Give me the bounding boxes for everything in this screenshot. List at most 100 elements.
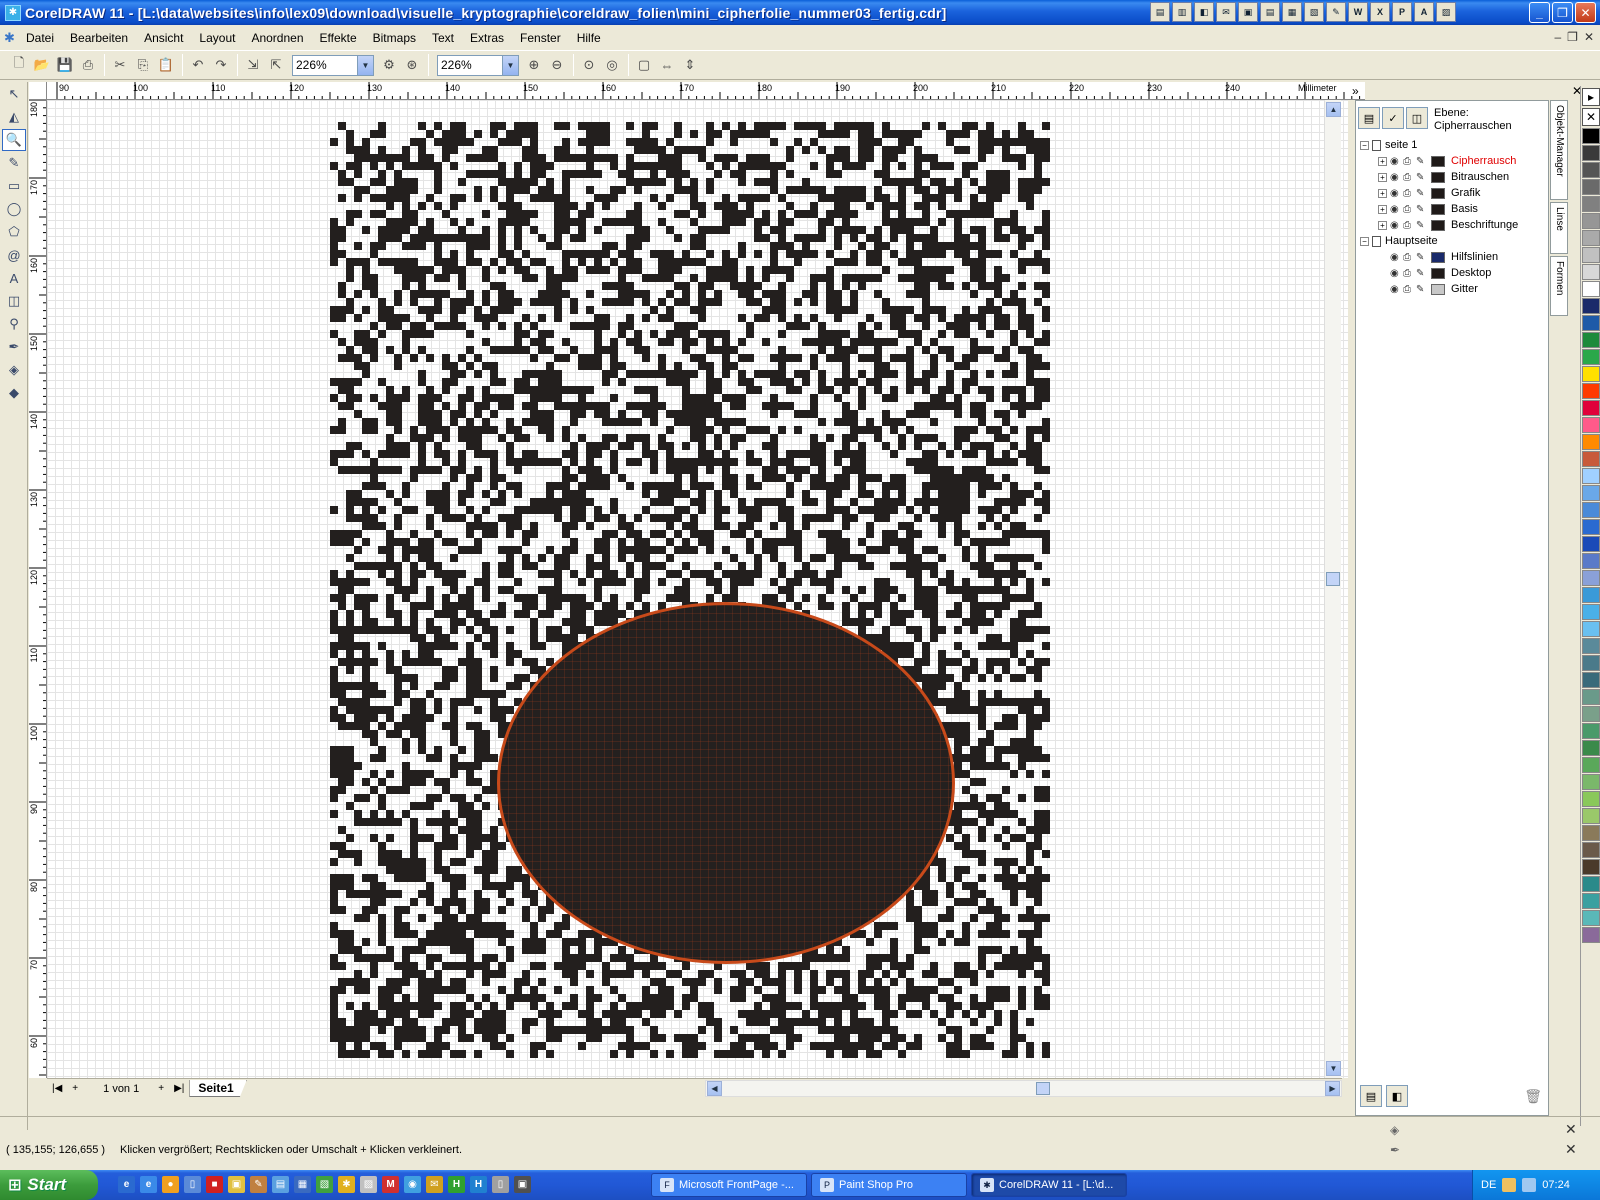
zoom-out-icon[interactable]: ⊖ [546,54,568,76]
printer-icon[interactable]: ⎙ [1403,204,1416,215]
palette-swatch[interactable] [1582,808,1600,824]
palette-swatch[interactable] [1582,315,1600,331]
palette-swatch[interactable] [1582,740,1600,756]
palette-swatch[interactable] [1582,587,1600,603]
horizontal-ruler[interactable]: 90 100 110 120 130 140 150 160 170 180 1… [47,82,1365,100]
palette-swatch[interactable] [1582,774,1600,790]
corel-online-icon[interactable]: ⊛ [401,54,423,76]
media-icon[interactable]: ● [162,1176,179,1193]
chevron-down-icon[interactable]: ▼ [502,55,518,75]
printer-icon[interactable]: ⎙ [1403,252,1416,263]
app-icon[interactable]: ✎ [250,1176,267,1193]
palette-swatch[interactable] [1582,706,1600,722]
printer-icon[interactable]: ⎙ [1403,284,1416,295]
palette-swatch[interactable] [1582,196,1600,212]
ellipse-tool-icon[interactable]: ◯ [2,198,26,220]
undo-icon[interactable]: ↶ [187,54,209,76]
palette-swatch[interactable] [1582,298,1600,314]
zoom-page-icon[interactable]: ▢ [633,54,655,76]
paste-icon[interactable]: 📋 [155,54,177,76]
copy-icon[interactable]: ⎘ [132,54,154,76]
palette-menu-icon[interactable]: ▸ [1582,88,1600,106]
scroll-thumb[interactable] [1326,572,1340,586]
ie-icon[interactable]: e [118,1176,135,1193]
vertical-scrollbar[interactable]: ▲ ▼ [1324,100,1341,1078]
menu-text[interactable]: Text [424,31,462,45]
word-icon[interactable]: W [1348,2,1368,22]
layer-manager-view-icon[interactable]: ◫ [1406,107,1428,129]
tree-layer-row[interactable]: + ◉ ⎙ ✎ Bitrauschen [1360,169,1548,185]
palette-swatch[interactable] [1582,604,1600,620]
palette-swatch[interactable] [1582,485,1600,501]
print-icon[interactable]: ⎙ [77,54,99,76]
tree-master-layer-row[interactable]: ◉ ⎙ ✎ Desktop [1360,265,1548,281]
palette-swatch[interactable] [1582,383,1600,399]
shortcut-icon[interactable]: ▥ [1172,2,1192,22]
menu-datei[interactable]: Datei [18,31,62,45]
tray-app-icon[interactable] [1502,1178,1517,1192]
tray-app-icon[interactable] [1522,1178,1537,1192]
app-icon[interactable]: ◉ [404,1176,421,1193]
menu-layout[interactable]: Layout [191,31,243,45]
cut-icon[interactable]: ✂ [109,54,131,76]
doc-restore-button[interactable]: ❐ [1567,30,1578,44]
menu-anordnen[interactable]: Anordnen [243,31,311,45]
shortcut-icon[interactable]: ▧ [1304,2,1324,22]
doc-minimize-button[interactable]: – [1554,30,1561,44]
minimize-button[interactable]: _ [1529,2,1550,23]
app-icon[interactable]: ✉ [426,1176,443,1193]
tree-layer-row[interactable]: + ◉ ⎙ ✎ Beschriftunge [1360,217,1548,233]
eye-icon[interactable]: ◉ [1390,172,1403,183]
palette-swatch[interactable] [1582,230,1600,246]
palette-swatch[interactable] [1582,366,1600,382]
expand-icon[interactable]: + [1378,172,1387,182]
eye-icon[interactable]: ◉ [1390,268,1403,279]
pencil-icon[interactable]: ✎ [1416,220,1429,231]
palette-swatch[interactable] [1582,825,1600,841]
app-icon[interactable]: ▣ [228,1176,245,1193]
scroll-down-icon[interactable]: ▼ [1326,1061,1341,1076]
text-tool-icon[interactable]: A [2,267,26,289]
palette-swatch[interactable] [1582,621,1600,637]
printer-icon[interactable]: ⎙ [1403,188,1416,199]
tree-master-page[interactable]: − Hauptseite [1360,233,1548,249]
chevron-down-icon[interactable]: ▼ [357,55,373,75]
browser-icon[interactable]: e [140,1176,157,1193]
document-icon[interactable]: ✱ [4,30,15,46]
menu-hilfe[interactable]: Hilfe [569,31,609,45]
palette-swatch[interactable] [1582,247,1600,263]
collapse-icon[interactable]: − [1360,140,1369,150]
open-icon[interactable]: 📂 [31,54,53,76]
palette-swatch[interactable] [1582,570,1600,586]
mail-icon[interactable]: ✉ [1216,2,1236,22]
zoom-in-icon[interactable]: ⊕ [523,54,545,76]
fill-indicator-icon[interactable]: ◈ [1390,1123,1399,1137]
docker-expand-icon[interactable]: » [1352,84,1359,98]
printer-icon[interactable]: ⎙ [1403,220,1416,231]
app-icon[interactable]: M [382,1176,399,1193]
no-color-icon[interactable]: ✕ [1582,108,1600,126]
zoom-tool-icon[interactable]: 🔍 [2,129,26,151]
tab-linse[interactable]: Linse [1550,202,1568,254]
expand-icon[interactable]: + [1378,188,1387,198]
eye-icon[interactable]: ◉ [1390,188,1403,199]
access-icon[interactable]: A [1414,2,1434,22]
outline-indicator-icon[interactable]: ✒ [1390,1143,1400,1157]
palette-swatch[interactable] [1582,791,1600,807]
shortcut-icon[interactable]: ▦ [1282,2,1302,22]
palette-swatch[interactable] [1582,213,1600,229]
title-bar[interactable]: ✱ CorelDRAW 11 - [L:\data\websites\info\… [0,0,1600,25]
printer-icon[interactable]: ⎙ [1403,268,1416,279]
app-icon[interactable]: ▧ [316,1176,333,1193]
close-button[interactable]: ✕ [1575,2,1596,23]
tree-layer-row[interactable]: + ◉ ⎙ ✎ Cipherrausch [1360,153,1548,169]
spiral-tool-icon[interactable]: @ [2,244,26,266]
palette-swatch[interactable] [1582,349,1600,365]
task-coreldraw[interactable]: ✱ CorelDRAW 11 - [L:\d... [971,1173,1127,1197]
palette-swatch[interactable] [1582,179,1600,195]
palette-swatch[interactable] [1582,893,1600,909]
ellipse-shape[interactable] [500,605,952,961]
edit-across-layers-icon[interactable]: ✓ [1382,107,1404,129]
pencil-icon[interactable]: ✎ [1416,172,1429,183]
expand-icon[interactable]: + [1378,204,1387,214]
